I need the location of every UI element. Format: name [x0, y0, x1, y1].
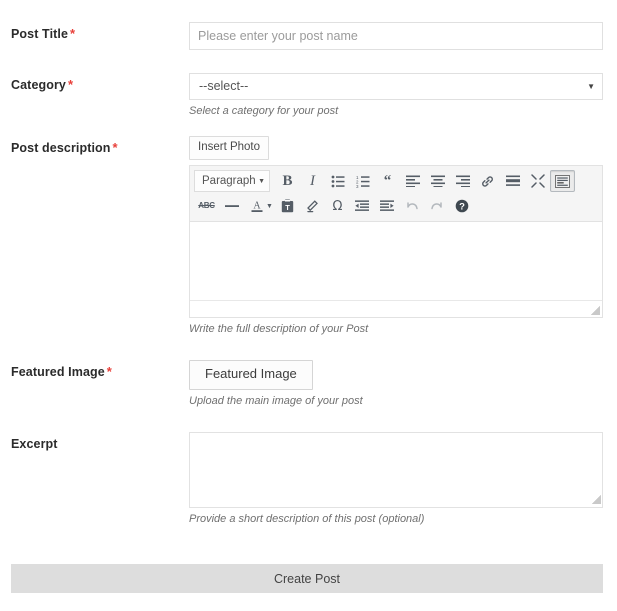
editor-toolbar: Paragraph ▼ B I 1 2 3 “ ABC A ▼ T Ω ?	[190, 165, 602, 222]
field-row-excerpt: Excerpt Provide a short description of t…	[0, 431, 617, 526]
format-select-value: Paragraph	[202, 175, 256, 188]
featured-image-button[interactable]: Featured Image	[189, 360, 313, 390]
excerpt-textarea-wrapper	[189, 431, 603, 508]
editor-status-bar	[190, 299, 602, 317]
category-label-cell: Category *	[11, 73, 189, 92]
format-select[interactable]: Paragraph ▼	[194, 170, 270, 193]
undo-icon[interactable]	[400, 195, 425, 217]
decrease-indent-icon[interactable]	[350, 195, 375, 217]
field-row-featured-image: Featured Image * Featured Image Upload th…	[0, 360, 617, 408]
clear-formatting-icon[interactable]	[300, 195, 325, 217]
post-description-required-asterisk: *	[112, 140, 118, 156]
category-select[interactable]: --select-- ▼	[189, 73, 603, 100]
italic-icon[interactable]: I	[300, 170, 325, 192]
post-title-field-cell	[189, 22, 603, 50]
numbered-list-icon[interactable]: 1 2 3	[350, 170, 375, 192]
editor-toolbar-row-1: Paragraph ▼ B I 1 2 3 “	[194, 169, 598, 194]
post-title-label: Post Title	[11, 27, 69, 41]
toolbar-toggle-icon[interactable]	[550, 170, 575, 193]
field-row-category: Category * --select-- ▼ Select a category…	[0, 73, 617, 118]
featured-image-help-text: Upload the main image of your post	[189, 394, 363, 407]
special-character-icon[interactable]: Ω	[325, 195, 350, 217]
editor-toolbar-row-2: ABC A ▼ T Ω ?	[194, 194, 598, 219]
align-center-icon[interactable]	[425, 170, 450, 192]
featured-image-required-asterisk: *	[106, 364, 112, 380]
post-description-label: Post description	[11, 141, 111, 156]
align-left-icon[interactable]	[400, 170, 425, 192]
post-description-label-cell: Post description *	[11, 136, 189, 155]
post-title-required-asterisk: *	[70, 26, 76, 41]
create-post-form: Post Title* Category* --select-- ▼ Selec…	[0, 22, 617, 594]
redo-icon[interactable]	[425, 195, 450, 217]
field-row-post-description: Post description * Insert Photo Paragraph…	[0, 136, 617, 336]
category-label: Category	[11, 78, 66, 92]
increase-indent-icon[interactable]	[375, 195, 400, 217]
blockquote-icon[interactable]: “	[375, 170, 400, 192]
align-right-icon[interactable]	[450, 170, 475, 192]
excerpt-textarea[interactable]	[189, 431, 603, 508]
category-required-asterisk: *	[67, 77, 74, 92]
post-description-help-text: Write the full description of your Post	[189, 322, 369, 335]
bold-icon[interactable]: B	[275, 170, 300, 192]
excerpt-help-text: Provide a short description of this post…	[189, 512, 425, 525]
featured-image-label-cell: Featured Image *	[11, 360, 189, 379]
insert-photo-button[interactable]: Insert Photo	[189, 136, 270, 160]
svg-text:?: ?	[460, 202, 466, 213]
keyboard-shortcuts-help-icon[interactable]: ?	[450, 195, 475, 217]
rich-text-editor: Paragraph ▼ B I 1 2 3 “ ABC A ▼ T Ω ?	[189, 164, 603, 318]
post-title-label-cell: Post Title *	[11, 22, 189, 41]
field-row-post-title: Post Title *	[0, 22, 617, 50]
excerpt-label: Excerpt	[11, 436, 58, 451]
bulleted-list-icon[interactable]	[325, 170, 350, 192]
distraction-free-mode-icon[interactable]	[525, 170, 550, 192]
excerpt-label-cell: Excerpt	[11, 432, 189, 451]
read-more-tag-icon[interactable]	[500, 170, 525, 192]
link-icon[interactable]	[475, 170, 500, 192]
svg-text:3: 3	[356, 184, 359, 188]
editor-content-area[interactable]	[190, 221, 602, 300]
editor-resize-handle[interactable]	[591, 305, 600, 315]
svg-text:T: T	[285, 203, 290, 212]
horizontal-rule-icon[interactable]	[219, 195, 244, 217]
svg-text:A: A	[253, 201, 261, 212]
chevron-down-icon: ▼	[258, 177, 265, 185]
post-description-field-cell: Insert Photo Paragraph ▼ B I 1 2 3 “ ABC…	[189, 136, 603, 336]
text-color-chevron-down-icon[interactable]: ▼	[266, 203, 273, 210]
category-help-text: Select a category for your post	[189, 105, 339, 117]
featured-image-label: Featured Image	[11, 365, 105, 380]
excerpt-field-cell: Provide a short description of this post…	[189, 431, 603, 526]
chevron-down-icon: ▼	[587, 81, 595, 91]
paste-as-text-icon[interactable]: T	[275, 195, 300, 217]
category-select-value: --select--	[199, 79, 249, 93]
category-select-wrapper: --select-- ▼	[189, 73, 603, 100]
post-title-input[interactable]	[189, 22, 603, 50]
featured-image-field-cell: Featured Image Upload the main image of …	[189, 360, 603, 408]
strikethrough-icon[interactable]: ABC	[194, 195, 219, 217]
category-field-cell: --select-- ▼ Select a category for your …	[189, 73, 603, 118]
